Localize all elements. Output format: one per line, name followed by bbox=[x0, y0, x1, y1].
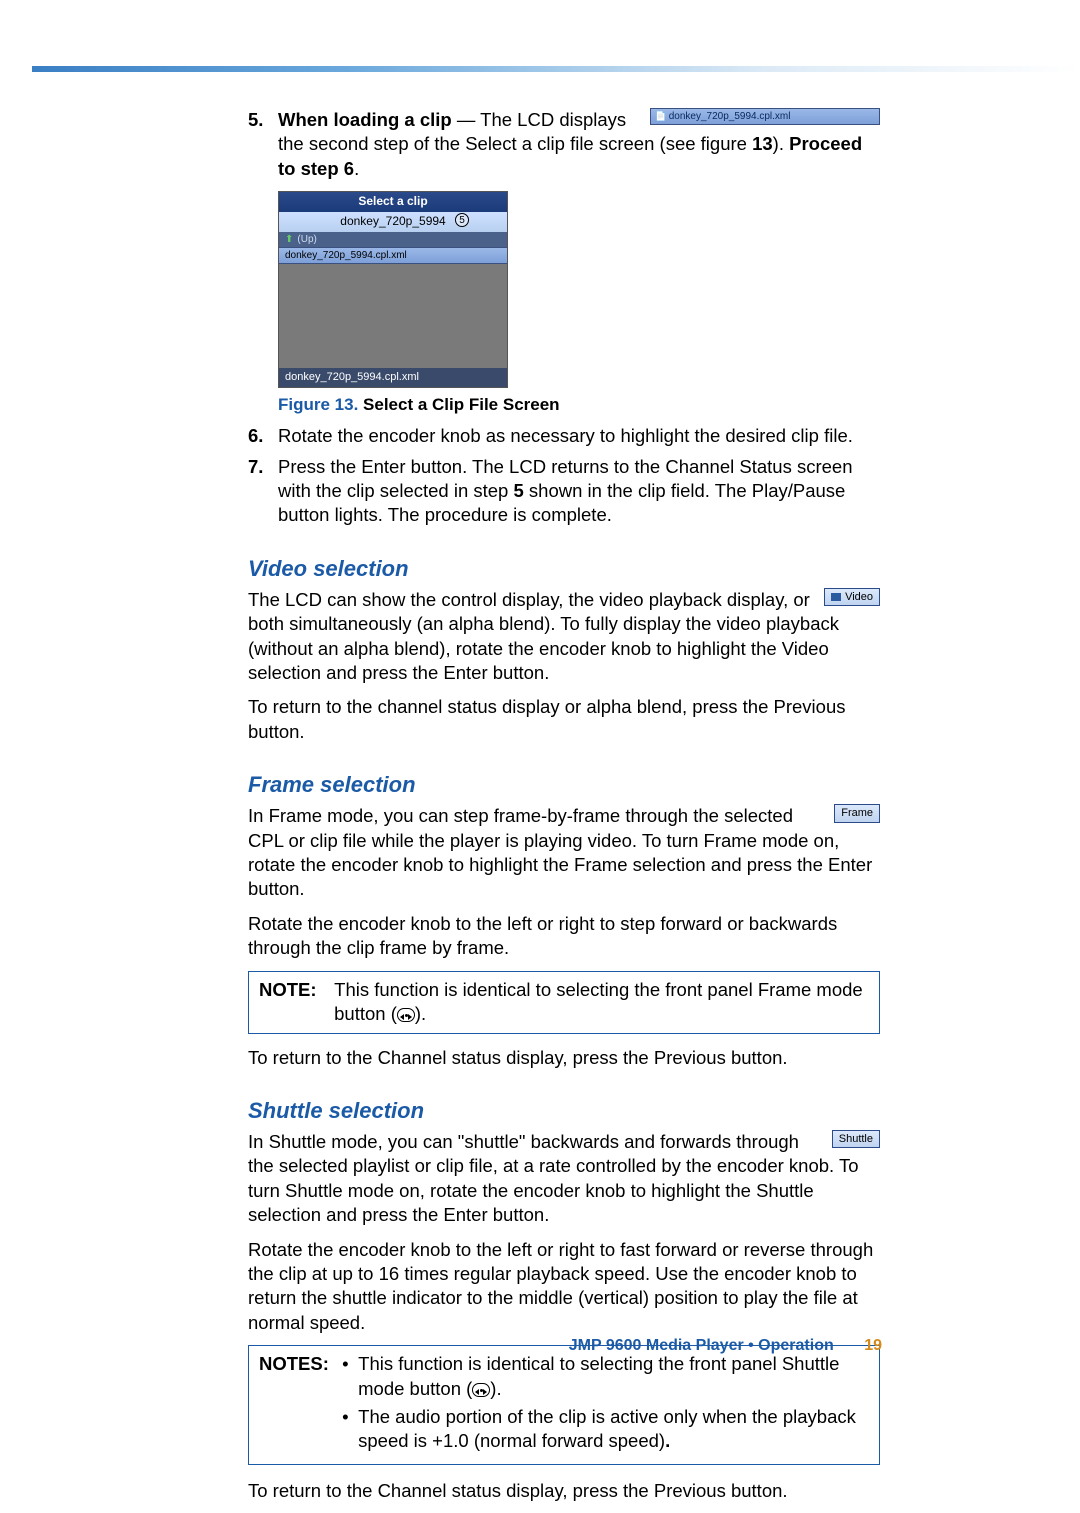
video-p1: Video The LCD can show the control displ… bbox=[248, 588, 880, 686]
shuttle-mode-icon bbox=[472, 1383, 490, 1397]
figure-13: Select a clip donkey_720p_5994 5 (Up) do… bbox=[278, 191, 880, 416]
frame-badge: Frame bbox=[834, 804, 880, 823]
heading-video-selection: Video selection bbox=[248, 556, 880, 582]
step6-text: Rotate the encoder knob as necessary to … bbox=[278, 425, 853, 446]
page-number: 19 bbox=[864, 1337, 882, 1354]
step-number: 5. bbox=[248, 108, 263, 132]
step-number: 6. bbox=[248, 424, 263, 448]
video-badge: Video bbox=[824, 588, 880, 607]
notes1-t1: This function is identical to selecting … bbox=[358, 1353, 839, 1398]
shuttle-badge: Shuttle bbox=[832, 1130, 880, 1149]
figure-number: Figure 13. bbox=[278, 395, 358, 414]
figure-caption: Figure 13. Select a Clip File Screen bbox=[278, 394, 880, 416]
clip-row-selected: donkey_720p_5994.cpl.xml bbox=[279, 247, 507, 264]
step5-lead-bold: When loading a clip bbox=[278, 109, 452, 130]
heading-frame-selection: Frame selection bbox=[248, 772, 880, 798]
notes-item-1: This function is identical to selecting … bbox=[342, 1352, 866, 1401]
notes1-t2: ). bbox=[490, 1378, 501, 1399]
step5-cont2: ). bbox=[773, 133, 789, 154]
step-7: 7. Press the Enter button. The LCD retur… bbox=[248, 455, 880, 528]
note-label: NOTE: bbox=[259, 978, 329, 1002]
inline-screenshot-clip-row: donkey_720p_5994.cpl.xml bbox=[650, 108, 880, 125]
footer-text: JMP 9600 Media Player • Operation bbox=[569, 1337, 834, 1354]
step5-figref: 13 bbox=[752, 133, 773, 154]
video-badge-label: Video bbox=[845, 590, 873, 605]
callout-circle-5: 5 bbox=[455, 213, 469, 227]
shuttle-badge-label: Shuttle bbox=[839, 1132, 873, 1147]
notes-list: This function is identical to selecting … bbox=[342, 1352, 866, 1458]
frame-badge-label: Frame bbox=[841, 806, 873, 821]
video-icon bbox=[831, 593, 841, 601]
notes-item-2: The audio portion of the clip is active … bbox=[342, 1405, 866, 1454]
clip-screen: Select a clip donkey_720p_5994 5 (Up) do… bbox=[278, 191, 508, 388]
page-content: { "step5": { "num": "5.", "lead_bold": "… bbox=[248, 108, 880, 1513]
frame-note-t2: ). bbox=[415, 1003, 426, 1024]
frame-p1-text: In Frame mode, you can step frame-by-fra… bbox=[248, 805, 872, 899]
frame-p2: Rotate the encoder knob to the left or r… bbox=[248, 912, 880, 961]
frame-mode-icon bbox=[397, 1008, 415, 1022]
step-6: 6. Rotate the encoder knob as necessary … bbox=[248, 424, 880, 448]
frame-p3: To return to the Channel status display,… bbox=[248, 1046, 880, 1070]
shuttle-notes-box: NOTES: This function is identical to sel… bbox=[248, 1345, 880, 1465]
clip-footer: donkey_720p_5994.cpl.xml bbox=[279, 368, 507, 387]
video-p1-text: The LCD can show the control display, th… bbox=[248, 589, 839, 683]
clip-screen-header: Select a clip bbox=[279, 192, 507, 212]
page-footer: JMP 9600 Media Player • Operation 19 bbox=[569, 1337, 882, 1355]
figure-title: Select a Clip File Screen bbox=[358, 395, 559, 414]
video-p2: To return to the channel status display … bbox=[248, 695, 880, 744]
clip-screen-subheader: donkey_720p_5994 5 bbox=[279, 212, 507, 232]
step5-cont1: second step of the Select a clip file sc… bbox=[309, 133, 752, 154]
notes-label: NOTES: bbox=[259, 1352, 337, 1376]
clip-sub-text: donkey_720p_5994 bbox=[340, 214, 445, 228]
frame-p1: Frame In Frame mode, you can step frame-… bbox=[248, 804, 880, 902]
step-number: 7. bbox=[248, 455, 263, 479]
note-text: This function is identical to selecting … bbox=[334, 978, 864, 1027]
shuttle-p1-text: In Shuttle mode, you can "shuttle" backw… bbox=[248, 1131, 859, 1225]
notes2-t2: . bbox=[665, 1430, 670, 1451]
heading-shuttle-selection: Shuttle selection bbox=[248, 1098, 880, 1124]
clip-row-up: (Up) bbox=[279, 232, 507, 247]
notes2-t1: The audio portion of the clip is active … bbox=[358, 1406, 856, 1451]
header-gradient bbox=[32, 66, 1080, 72]
shuttle-p3: To return to the Channel status display,… bbox=[248, 1479, 880, 1503]
step-5: 5. donkey_720p_5994.cpl.xml When loading… bbox=[248, 108, 880, 416]
shuttle-p1: Shuttle In Shuttle mode, you can "shuttl… bbox=[248, 1130, 880, 1228]
shuttle-p2: Rotate the encoder knob to the left or r… bbox=[248, 1238, 880, 1336]
clip-body-empty bbox=[279, 264, 507, 368]
frame-note-box: NOTE: This function is identical to sele… bbox=[248, 971, 880, 1034]
step5-cont3: . bbox=[354, 158, 359, 179]
step7-bold: 5 bbox=[514, 480, 524, 501]
